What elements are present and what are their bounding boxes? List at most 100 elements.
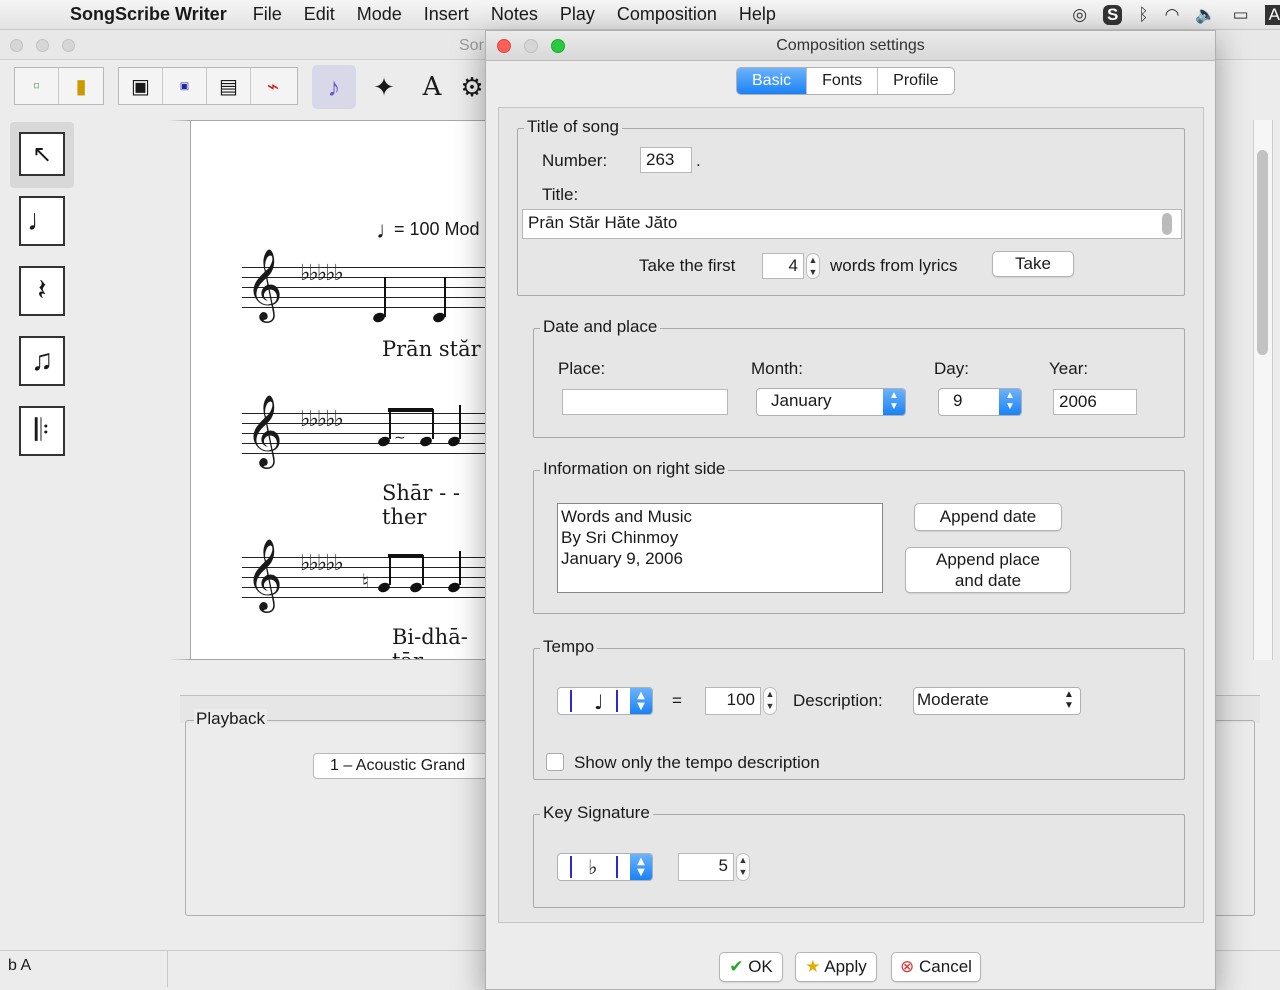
menu-notes[interactable]: Notes [491, 4, 538, 25]
place-field[interactable] [562, 389, 728, 415]
zoom-dialog-button[interactable] [551, 39, 565, 53]
menu-mode[interactable]: Mode [357, 4, 402, 25]
chevron-updown-icon: ▲ ▼ [883, 389, 905, 415]
repeat-bar-icon[interactable]: 𝄆 [19, 406, 65, 456]
key-group-legend: Key Signature [540, 803, 653, 823]
title-field[interactable]: Prān Stăr Hăte Jăto [522, 209, 1182, 239]
print-icon[interactable]: ▤ [207, 68, 251, 104]
title-label: Title: [542, 185, 579, 204]
key-count-field[interactable]: 5 [678, 853, 734, 881]
key-signature-flats: ♭♭♭♭♭ [300, 407, 344, 432]
month-select[interactable]: January ▲ ▼ [756, 388, 906, 416]
take-count-stepper[interactable]: ▲ ▼ [806, 253, 820, 279]
show-tempo-description-checkbox[interactable] [546, 753, 564, 771]
score-canvas[interactable]: ♩ = 100 Mod 𝄞 ♭♭♭♭♭ Prān stăr 𝄞 ♭♭♭♭♭ ∼ … [168, 120, 498, 660]
tempo-group: Tempo ♩ ▲ ▼ = 100 ▲ ▼ Description: Moderat… [533, 637, 1185, 780]
open-file-icon[interactable]: ▮ [59, 68, 103, 104]
tab-basic[interactable]: Basic [737, 68, 808, 94]
take-button[interactable]: Take [992, 251, 1074, 277]
cancel-button[interactable]: ⊗ Cancel [891, 952, 981, 982]
app-menu[interactable]: SongScribe Writer [70, 4, 227, 25]
ok-button[interactable]: ✔ OK [719, 952, 783, 982]
day-label: Day: [934, 359, 969, 378]
pdf-export-icon[interactable]: ⌁ [251, 68, 295, 104]
menu-edit[interactable]: Edit [304, 4, 335, 25]
tempo-description-select[interactable]: Moderate ▲ ▼ [913, 687, 1081, 715]
instrument-selector[interactable]: 1 – Acoustic Grand [313, 753, 513, 779]
treble-clef-icon: 𝄞 [246, 247, 283, 320]
select-pointer-icon[interactable]: ↖ [19, 132, 65, 176]
tempo-description-value: Moderate [917, 690, 989, 709]
star-icon: ★ [805, 957, 821, 976]
day-select[interactable]: 9 ▲ ▼ [938, 388, 1022, 416]
zoom-window-button[interactable] [62, 39, 75, 52]
description-label: Description: [793, 691, 883, 710]
number-field[interactable]: 263 [640, 147, 692, 173]
date-place-group: Date and place Place: Month: January ▲ ▼ D… [533, 317, 1185, 438]
take-count-field[interactable]: 4 [762, 253, 804, 279]
volume-icon[interactable]: 🔈 [1195, 5, 1216, 25]
tempo-bpm-stepper[interactable]: ▲ ▼ [763, 687, 777, 715]
apply-button[interactable]: ★ Apply [795, 952, 877, 982]
menu-insert[interactable]: Insert [424, 4, 469, 25]
title-of-song-group: Title of song Number: 263 . Title: Prān … [517, 117, 1185, 296]
close-window-button[interactable] [10, 39, 23, 52]
info-textarea[interactable]: Words and Music By Sri Chinmoy January 9… [557, 503, 883, 593]
minimize-dialog-button[interactable] [524, 39, 538, 53]
minimize-window-button[interactable] [36, 39, 49, 52]
settings-gear-icon[interactable]: ⚙ [458, 65, 486, 109]
tab-profile[interactable]: Profile [878, 68, 953, 94]
note-mode-icon[interactable]: ♪ [312, 65, 356, 109]
file-tool-group: ▫ ▮ [14, 67, 104, 105]
info-group-legend: Information on right side [540, 459, 729, 479]
key-signature-group: Key Signature ♭ ▲ ▼ 5 ▲ ▼ [533, 803, 1185, 908]
date-group-legend: Date and place [540, 317, 661, 337]
take-prefix-label: Take the first [639, 256, 736, 275]
triplet-icon[interactable]: ♫ [19, 336, 65, 386]
tools-icon[interactable]: ✦ [362, 65, 406, 109]
battery-icon[interactable]: ▭ [1233, 5, 1249, 25]
title-field-scroll[interactable] [1162, 213, 1172, 235]
menu-composition[interactable]: Composition [617, 4, 717, 25]
close-dialog-button[interactable] [497, 39, 511, 53]
tempo-note-select[interactable]: ♩ ▲ ▼ [557, 687, 653, 715]
new-file-icon[interactable]: ▫ [15, 68, 59, 104]
append-date-button[interactable]: Append date [914, 503, 1062, 531]
day-value: 9 [953, 391, 963, 410]
key-count-stepper[interactable]: ▲ ▼ [736, 853, 750, 881]
lyric-line-1: Prān stăr [382, 337, 481, 361]
window-title: Sor [459, 37, 484, 54]
skype-icon[interactable]: S [1103, 5, 1123, 25]
scrollbar-thumb[interactable] [1257, 150, 1268, 355]
rest-icon[interactable]: 𝄽 [19, 266, 65, 316]
key-signature-flats: ♭♭♭♭♭ [300, 261, 344, 286]
score-scroll-area [1214, 120, 1280, 660]
save-disk-icon[interactable]: ▣ [119, 68, 163, 104]
year-field[interactable]: 2006 [1053, 389, 1137, 415]
quarter-note-icon[interactable]: ♩ [19, 196, 65, 246]
tempo-group-legend: Tempo [540, 637, 598, 657]
creative-cloud-icon[interactable]: ◎ [1072, 5, 1087, 25]
key-accidental-select[interactable]: ♭ ▲ ▼ [557, 853, 653, 881]
chevron-updown-icon: ▲ ▼ [630, 688, 652, 714]
midi-export-icon[interactable]: ▣ [163, 68, 207, 104]
quarter-note-icon: ♩ [594, 690, 604, 714]
tempo-bpm-field[interactable]: 100 [705, 687, 761, 715]
dialog-title: Composition settings [776, 37, 925, 54]
year-label: Year: [1049, 359, 1089, 378]
text-font-icon[interactable]: A [410, 65, 454, 109]
wifi-icon[interactable]: ◠ [1165, 5, 1180, 25]
status-text: b A [0, 951, 168, 987]
append-place-line-1: Append place [936, 550, 1040, 569]
menu-file[interactable]: File [253, 4, 282, 25]
chevron-updown-icon: ▲ ▼ [630, 854, 652, 880]
tab-fonts[interactable]: Fonts [807, 68, 879, 94]
keyboard-input-icon[interactable]: A [1264, 5, 1280, 25]
tempo-marking: = 100 Mod [394, 219, 480, 239]
status-area: ◎ S ᛒ ◠ 🔈 ▭ A [1056, 0, 1280, 30]
bluetooth-icon[interactable]: ᛒ [1138, 5, 1148, 25]
menu-play[interactable]: Play [560, 4, 595, 25]
menu-help[interactable]: Help [739, 4, 776, 25]
append-place-date-button[interactable]: Append place and date [905, 547, 1071, 593]
treble-clef-icon: 𝄞 [246, 393, 283, 466]
